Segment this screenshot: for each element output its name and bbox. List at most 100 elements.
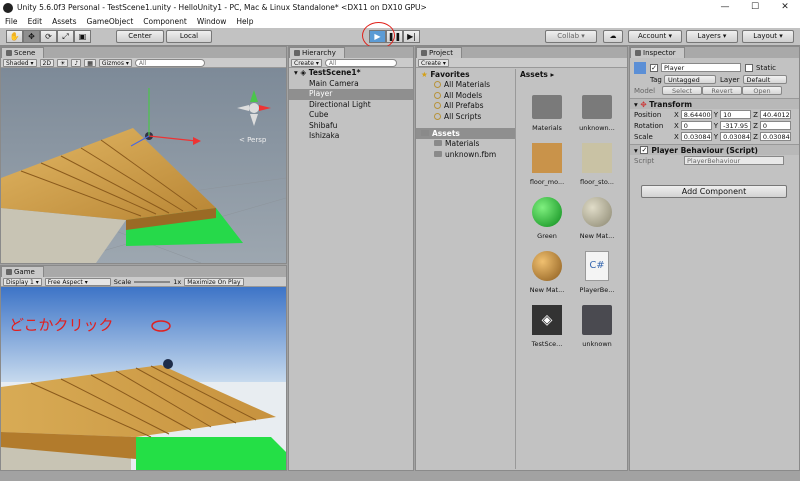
- scale-tool-button[interactable]: ⤢: [57, 30, 74, 43]
- hierarchy-item[interactable]: Directional Light: [289, 100, 413, 111]
- menu-file[interactable]: File: [0, 15, 23, 28]
- select-button[interactable]: Select: [662, 86, 702, 95]
- hierarchy-create-button[interactable]: Create ▾: [291, 58, 322, 67]
- minimize-button[interactable]: —: [710, 0, 740, 15]
- scale-slider[interactable]: [134, 280, 171, 283]
- asset-item[interactable]: New Mat...: [575, 197, 619, 240]
- gizmos-dropdown[interactable]: Gizmos ▾: [98, 58, 132, 67]
- asset-item[interactable]: unknown...: [575, 89, 619, 132]
- tab-inspector[interactable]: Inspector: [630, 47, 685, 58]
- aspect-dropdown[interactable]: Free Aspect ▾: [44, 277, 111, 286]
- mode-2d-toggle[interactable]: 2D: [39, 58, 54, 67]
- game-player-ball[interactable]: [163, 359, 173, 369]
- asset-folder[interactable]: Materials: [416, 139, 515, 150]
- rotation-x-field[interactable]: 0: [680, 121, 712, 130]
- hierarchy-item-selected[interactable]: Player: [289, 89, 413, 100]
- menu-component[interactable]: Component: [138, 15, 192, 28]
- open-button[interactable]: Open: [742, 86, 782, 95]
- favorite-item[interactable]: All Prefabs: [416, 101, 515, 112]
- hierarchy-item[interactable]: Ishizaka: [289, 131, 413, 142]
- hierarchy-search-input[interactable]: All: [324, 58, 397, 67]
- asset-item[interactable]: Materials: [525, 89, 569, 132]
- move-tool-button[interactable]: ✥: [23, 30, 40, 43]
- revert-button[interactable]: Revert: [702, 86, 742, 95]
- transform-header[interactable]: ▾ ✥ Transform: [630, 98, 799, 109]
- material-sphere-icon: [532, 251, 562, 281]
- position-z-field[interactable]: 40.4012: [759, 110, 791, 119]
- layers-button[interactable]: Layers ▾: [686, 30, 738, 43]
- favorites-header[interactable]: ★ Favorites: [416, 69, 515, 80]
- position-x-field[interactable]: 8.64400: [680, 110, 712, 119]
- scene-search-input[interactable]: All: [134, 58, 205, 67]
- hierarchy-item[interactable]: Main Camera: [289, 79, 413, 90]
- assets-root[interactable]: Assets: [416, 128, 515, 139]
- maximize-button[interactable]: ☐: [740, 0, 770, 15]
- asset-item[interactable]: Green: [525, 197, 569, 240]
- add-component-button[interactable]: Add Component: [641, 185, 787, 198]
- maximize-on-play-toggle[interactable]: Maximize On Play: [184, 277, 244, 286]
- audio-toggle[interactable]: ♪: [71, 58, 82, 67]
- cube-icon: [634, 61, 646, 74]
- active-checkbox[interactable]: ✓: [650, 63, 658, 72]
- game-viewport[interactable]: どこかクリック: [1, 287, 286, 470]
- pivot-center-button[interactable]: Center: [116, 30, 164, 43]
- close-button[interactable]: ✕: [770, 0, 800, 15]
- hierarchy-item[interactable]: Shibafu: [289, 121, 413, 132]
- static-checkbox[interactable]: [745, 63, 753, 72]
- asset-item[interactable]: C# PlayerBe...: [575, 251, 619, 294]
- step-button[interactable]: ▶|: [403, 30, 420, 43]
- menu-window[interactable]: Window: [192, 15, 232, 28]
- layout-button[interactable]: Layout ▾: [742, 30, 794, 43]
- menu-edit[interactable]: Edit: [23, 15, 48, 28]
- effects-toggle[interactable]: ▦: [84, 58, 96, 67]
- layer-dropdown[interactable]: Default: [742, 75, 787, 84]
- object-name-field[interactable]: Player: [661, 63, 741, 72]
- hand-tool-button[interactable]: ✋: [6, 30, 23, 43]
- script-component-header[interactable]: ▾ ✓ Player Behaviour (Script): [630, 144, 799, 155]
- pivot-local-button[interactable]: Local: [166, 30, 212, 43]
- display-dropdown[interactable]: Display 1 ▾: [3, 277, 42, 286]
- scale-y-field[interactable]: 0.03084: [720, 132, 752, 141]
- asset-item[interactable]: floor_sto...: [575, 143, 619, 186]
- scene-root[interactable]: ▾ ◈ TestScene1*: [289, 68, 413, 79]
- asset-item[interactable]: ◈ TestSce...: [525, 305, 569, 348]
- favorite-label: All Materials: [444, 80, 491, 89]
- inspector-tab-label: Inspector: [643, 49, 676, 57]
- account-button[interactable]: Account ▾: [628, 30, 682, 43]
- title-bar: Unity 5.6.0f3 Personal - TestScene1.unit…: [0, 0, 800, 15]
- tab-game[interactable]: Game: [1, 266, 44, 277]
- speaker-icon: ♪: [74, 59, 79, 67]
- menu-assets[interactable]: Assets: [47, 15, 81, 28]
- favorite-item[interactable]: All Scripts: [416, 112, 515, 123]
- scene-viewport[interactable]: < Persp: [1, 68, 286, 263]
- rect-tool-button[interactable]: ▣: [74, 30, 91, 43]
- script-field[interactable]: PlayerBehaviour: [684, 156, 784, 165]
- menu-help[interactable]: Help: [231, 15, 258, 28]
- hierarchy-item[interactable]: Cube: [289, 110, 413, 121]
- persp-label[interactable]: < Persp: [239, 136, 267, 144]
- lighting-toggle[interactable]: ☀: [56, 58, 69, 67]
- menu-gameobject[interactable]: GameObject: [82, 15, 139, 28]
- asset-item[interactable]: floor_mo...: [525, 143, 569, 186]
- scale-z-field[interactable]: 0.03084: [759, 132, 791, 141]
- tab-project[interactable]: Project: [416, 47, 462, 58]
- tab-hierarchy[interactable]: Hierarchy: [289, 47, 345, 58]
- tab-scene[interactable]: Scene: [1, 47, 45, 58]
- cloud-button[interactable]: ☁: [603, 30, 623, 43]
- favorite-item[interactable]: All Models: [416, 91, 515, 102]
- asset-folder[interactable]: unknown.fbm: [416, 150, 515, 161]
- assets-breadcrumb[interactable]: Assets ▸: [520, 70, 554, 79]
- project-create-button[interactable]: Create ▾: [418, 58, 449, 67]
- collab-button[interactable]: Collab ▾: [545, 30, 597, 43]
- shading-dropdown[interactable]: Shaded ▾: [3, 58, 37, 67]
- scale-x-field[interactable]: 0.03084: [680, 132, 712, 141]
- script-enabled-checkbox[interactable]: ✓: [640, 146, 649, 154]
- tag-dropdown[interactable]: Untagged: [664, 75, 716, 84]
- rotate-tool-button[interactable]: ⟳: [40, 30, 57, 43]
- rotation-y-field[interactable]: -317.95: [720, 121, 752, 130]
- favorite-item[interactable]: All Materials: [416, 80, 515, 91]
- asset-item[interactable]: New Mat...: [525, 251, 569, 294]
- position-y-field[interactable]: 10: [720, 110, 752, 119]
- rotation-z-field[interactable]: 0: [759, 121, 791, 130]
- asset-item[interactable]: unknown: [575, 305, 619, 348]
